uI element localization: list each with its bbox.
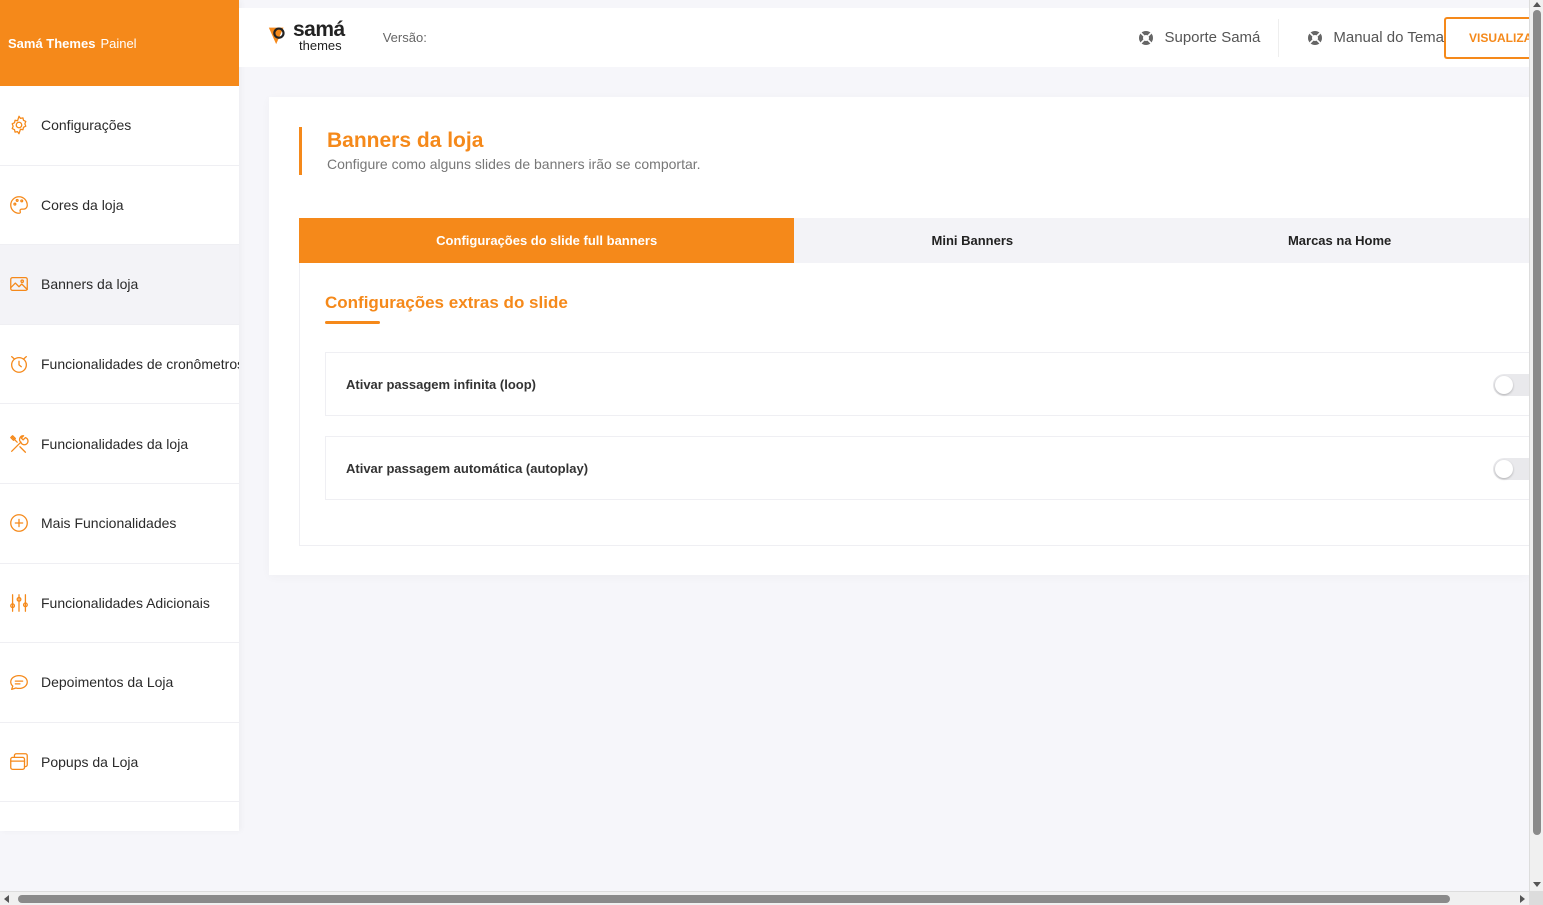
- page-header: Banners da loja Configure como alguns sl…: [299, 127, 701, 175]
- support-link[interactable]: Suporte Samá: [1120, 19, 1278, 57]
- top-links: Suporte Samá Manual do Tema VISUALIZAR: [1120, 8, 1529, 67]
- option-label: Ativar passagem automática (autoplay): [346, 460, 589, 476]
- section-underline: [325, 321, 380, 324]
- tab-full-banners[interactable]: Configurações do slide full banners: [299, 218, 795, 263]
- option-row-loop: Ativar passagem infinita (loop): [325, 352, 1535, 416]
- section-title: Configurações extras do slide: [325, 293, 568, 312]
- tab-mini-banners[interactable]: Mini Banners: [794, 218, 1150, 263]
- visualize-button[interactable]: VISUALIZAR: [1444, 16, 1529, 59]
- tabs: Configurações do slide full banners Mini…: [299, 218, 1529, 263]
- chat-icon: [8, 671, 30, 693]
- sidebar-item-label: Mais Funcionalidades: [41, 515, 177, 532]
- sidebar-item-cores[interactable]: Cores da loja: [0, 166, 239, 246]
- top-bar: samá themes Versão: Suporte Samá Manual …: [239, 8, 1529, 67]
- option-label: Ativar passagem infinita (loop): [346, 376, 536, 392]
- scroll-right-arrow-icon[interactable]: [1520, 895, 1525, 903]
- logo-text: samá themes: [293, 19, 345, 53]
- brand-suffix: Painel: [100, 35, 137, 51]
- logo-line-2: themes: [299, 37, 342, 53]
- version-label: Versão:: [382, 30, 427, 45]
- logo[interactable]: samá themes: [267, 19, 345, 53]
- sidebar-item-label: Configurações: [41, 117, 132, 134]
- brand-bar: Samá Themes Painel: [0, 0, 239, 86]
- image-icon: [8, 273, 30, 295]
- scroll-left-arrow-icon[interactable]: [4, 895, 9, 903]
- sidebar: Samá Themes Painel Configurações Cores d…: [0, 0, 239, 831]
- palette-icon: [8, 194, 30, 216]
- support-link-label: Suporte Samá: [1164, 29, 1261, 46]
- sidebar-item-label: Cores da loja: [41, 196, 124, 213]
- sidebar-item-label: Funcionalidades de cronômetros: [41, 356, 239, 373]
- sidebar-item-cronometros[interactable]: Funcionalidades de cronômetros: [0, 325, 239, 405]
- sidebar-item-depoimentos[interactable]: Depoimentos da Loja: [0, 643, 239, 723]
- horizontal-scrollbar[interactable]: [0, 891, 1543, 905]
- scroll-up-arrow-icon[interactable]: [1533, 2, 1541, 7]
- window-icon: [8, 751, 30, 773]
- sidebar-item-mais-funcionalidades[interactable]: Mais Funcionalidades: [0, 484, 239, 564]
- sidebar-item-configuracoes[interactable]: Configurações: [0, 86, 239, 166]
- sidebar-item-banners[interactable]: Banners da loja: [0, 245, 239, 325]
- option-row-autoplay: Ativar passagem automática (autoplay): [325, 436, 1535, 500]
- sliders-icon: [8, 592, 30, 614]
- page-title: Banners da loja: [327, 129, 484, 152]
- scrollbar-corner: [1529, 891, 1543, 905]
- sidebar-item-label: Funcionalidades da loja: [41, 435, 189, 452]
- sidebar-item-label: Depoimentos da Loja: [41, 674, 174, 691]
- sidebar-item-label: Banners da loja: [41, 276, 139, 293]
- main-card: Banners da loja Configure como alguns sl…: [269, 97, 1535, 575]
- tools-icon: [8, 433, 30, 455]
- horizontal-scroll-thumb[interactable]: [18, 895, 1450, 903]
- manual-link-label: Manual do Tema: [1333, 29, 1444, 46]
- brand-name: Samá Themes: [8, 35, 96, 51]
- vertical-scroll-thumb[interactable]: [1533, 10, 1541, 835]
- page-subtitle: Configure como alguns slides de banners …: [327, 156, 701, 172]
- vertical-scrollbar[interactable]: [1529, 0, 1543, 891]
- tab-marcas-home[interactable]: Marcas na Home: [1150, 218, 1529, 263]
- gear-icon: [8, 114, 30, 136]
- sidebar-item-label: Funcionalidades Adicionais: [41, 594, 210, 611]
- lifebuoy-icon: [1307, 30, 1323, 46]
- sidebar-item-funcionalidades-adicionais[interactable]: Funcionalidades Adicionais: [0, 564, 239, 644]
- manual-link[interactable]: Manual do Tema: [1278, 18, 1444, 57]
- sidebar-item-funcionalidades-loja[interactable]: Funcionalidades da loja: [0, 404, 239, 484]
- tab-panel: Configurações extras do slide Ativar pas…: [299, 263, 1535, 546]
- scroll-down-arrow-icon[interactable]: [1533, 882, 1541, 887]
- plus-circle-icon: [8, 512, 30, 534]
- logo-mark-icon: [267, 24, 289, 51]
- lifebuoy-icon: [1138, 30, 1154, 46]
- sidebar-item-label: Popups da Loja: [41, 754, 139, 771]
- alarm-clock-icon: [8, 353, 30, 375]
- sidebar-item-popups[interactable]: Popups da Loja: [0, 723, 239, 803]
